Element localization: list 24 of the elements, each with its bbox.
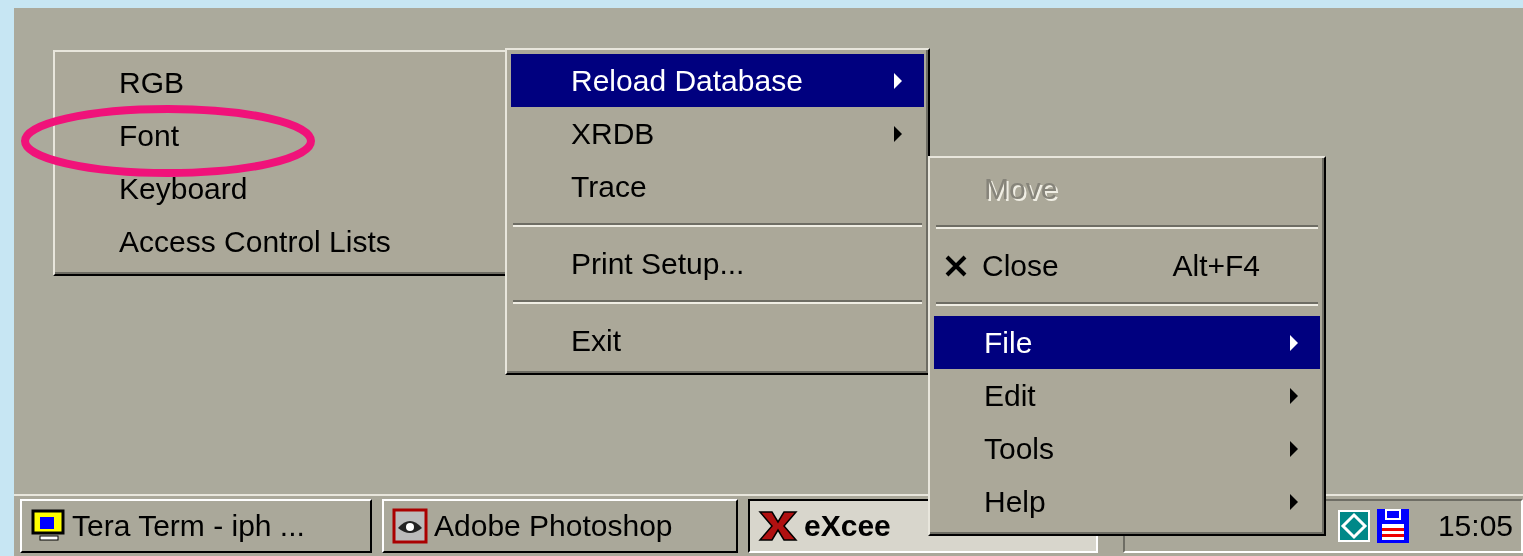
menu-item[interactable]: Keyboard bbox=[59, 162, 507, 215]
eye-icon bbox=[392, 508, 428, 544]
menu-item[interactable]: Access Control Lists bbox=[59, 215, 507, 268]
close-icon bbox=[944, 253, 968, 278]
taskbar-button[interactable]: Tera Term - iph ... bbox=[20, 499, 372, 553]
menu-item[interactable]: Reload Database bbox=[511, 54, 924, 107]
menu-item[interactable]: File bbox=[934, 316, 1320, 369]
menu-item[interactable]: Close Alt+F4 bbox=[934, 239, 1320, 292]
button-label: eXcee bbox=[804, 509, 891, 543]
menu-item[interactable]: Exit bbox=[511, 314, 924, 367]
menu-item[interactable]: XRDB bbox=[511, 107, 924, 160]
button-label: Adobe Photoshop bbox=[434, 509, 673, 543]
terminal-icon bbox=[30, 508, 66, 544]
menu-item[interactable]: Print Setup... bbox=[511, 237, 924, 290]
network-icon[interactable] bbox=[1337, 510, 1370, 542]
taskbar-button[interactable]: Adobe Photoshop bbox=[382, 499, 738, 553]
menu-item[interactable]: Trace bbox=[511, 160, 924, 213]
button-label: Tera Term - iph ... bbox=[72, 509, 305, 543]
menu-item[interactable]: Tools bbox=[934, 422, 1320, 475]
clock[interactable]: 15:05 bbox=[1437, 509, 1513, 543]
menu-item[interactable]: Edit bbox=[934, 369, 1320, 422]
menu-item[interactable]: Font bbox=[59, 109, 507, 162]
menu-item[interactable]: RGB bbox=[59, 56, 507, 109]
x-logo-icon bbox=[758, 510, 798, 542]
